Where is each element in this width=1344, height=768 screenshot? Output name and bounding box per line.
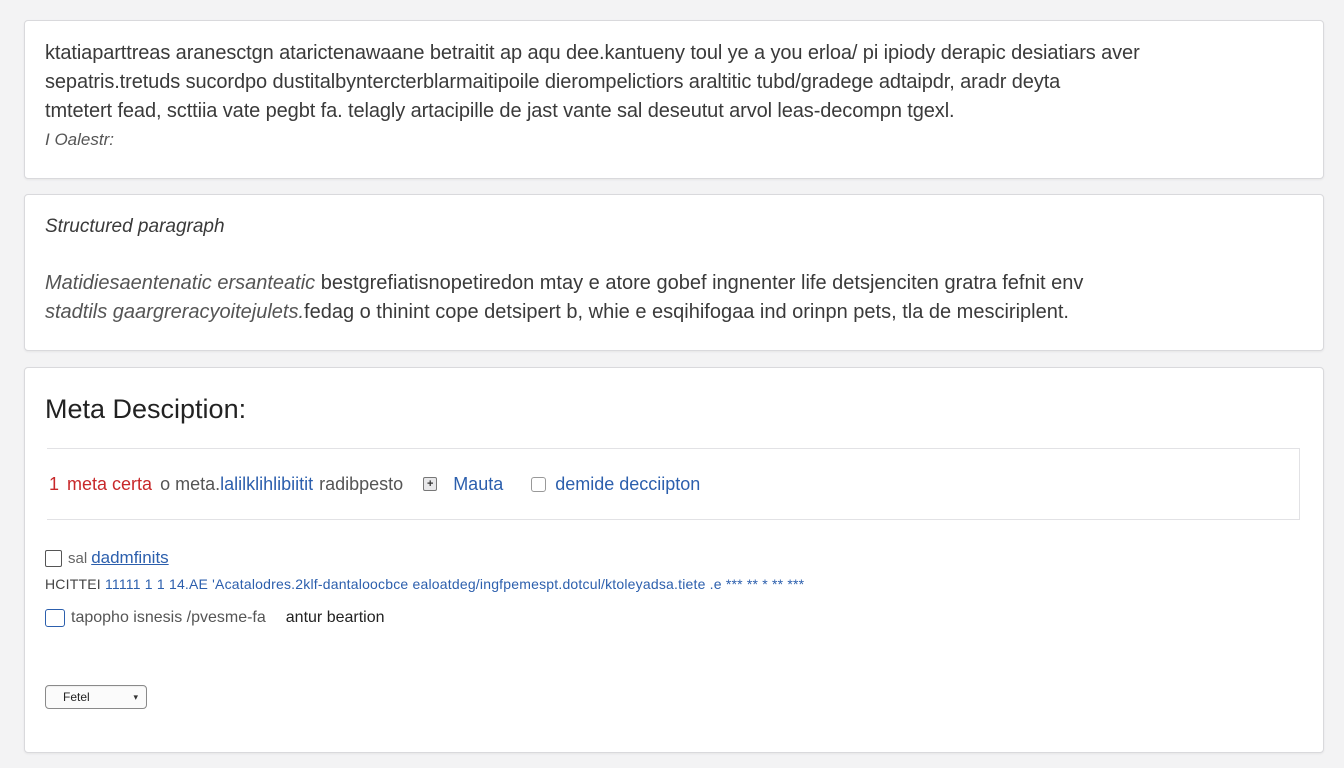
meta-field-blur: lalilklihlibiitit xyxy=(220,473,314,494)
chevron-down-icon: ▾ xyxy=(133,691,138,702)
url-preview: HCITTEI 11111 1 1 14.AE 'Acatalodres.2kl… xyxy=(45,576,955,592)
meta-check-label[interactable]: demide decciipton xyxy=(555,474,700,495)
meta-title: Meta Desciption: xyxy=(45,394,247,424)
intro-card: ktatiaparttreas aranesctgn atarictenawaa… xyxy=(24,20,1324,179)
intro-note: I Oalestr: xyxy=(45,130,114,149)
page: ktatiaparttreas aranesctgn atarictenawaa… xyxy=(0,0,1344,768)
url-text: 11111 1 1 14.AE 'Acatalodres.2klf-dantal… xyxy=(104,576,805,592)
intro-line-3: tmtetert fead, scttiia vate pegbt fa. te… xyxy=(45,100,955,122)
select-value: Fetel xyxy=(63,690,90,704)
paragraph-line-2-lead: stadtils gaargreracyoitejulets. xyxy=(45,301,305,323)
paragraph-card: Structured paragraph Matidiesaentenatic … xyxy=(24,194,1324,351)
option-2-checkbox[interactable] xyxy=(45,609,65,627)
select-dropdown[interactable]: Fetel ▾ xyxy=(45,685,147,709)
meta-checkbox[interactable] xyxy=(531,476,547,492)
meta-field-tail: radibpesto xyxy=(319,473,404,494)
paragraph-heading: Structured paragraph xyxy=(45,216,225,237)
meta-field-label: meta certa xyxy=(67,473,153,494)
paragraph-line-2: stadtils gaargreracyoitejulets.fedag o t… xyxy=(45,298,1303,327)
meta-char-count: 1 xyxy=(49,473,60,494)
paragraph-line-2-rest: fedag o thinint cope detsipert b, whie e… xyxy=(304,301,1069,323)
intro-line-2: sepatris.tretuds sucordpo dustitalbynter… xyxy=(45,71,1061,93)
meta-field-desc: o meta. xyxy=(160,473,221,494)
option-1-link[interactable]: dadmfinits xyxy=(91,548,168,568)
option-2-label: tapopho isnesis /pvesme-fa xyxy=(71,609,266,626)
option-row-1: sal dadmfinits xyxy=(45,548,1303,568)
plus-icon[interactable]: + xyxy=(423,477,438,491)
paragraph-line-1-lead: Matidiesaentenatic ersanteatic xyxy=(45,272,316,294)
option-1-checkbox[interactable] xyxy=(45,549,62,567)
meta-card: Meta Desciption: 1 meta certa o meta. la… xyxy=(24,367,1324,753)
meta-description-field[interactable]: 1 meta certa o meta. lalilklihlibiitit r… xyxy=(47,448,1300,520)
paragraph-line-1: Matidiesaentenatic ersanteatic bestgrefi… xyxy=(45,269,1303,298)
intro-line-1: ktatiaparttreas aranesctgn atarictenawaa… xyxy=(45,42,1140,64)
url-prefix: HCITTEI xyxy=(45,576,101,592)
meta-tag-label[interactable]: Mauta xyxy=(453,474,503,495)
option-1-prefix: sal xyxy=(68,549,88,567)
option-row-2: tapopho isnesis /pvesme-fa antur beartio… xyxy=(45,609,1303,627)
paragraph-line-1-rest: bestgrefiatisnopetiredon mtay e atore go… xyxy=(315,272,1084,294)
option-2-value: antur beartion xyxy=(285,609,385,626)
